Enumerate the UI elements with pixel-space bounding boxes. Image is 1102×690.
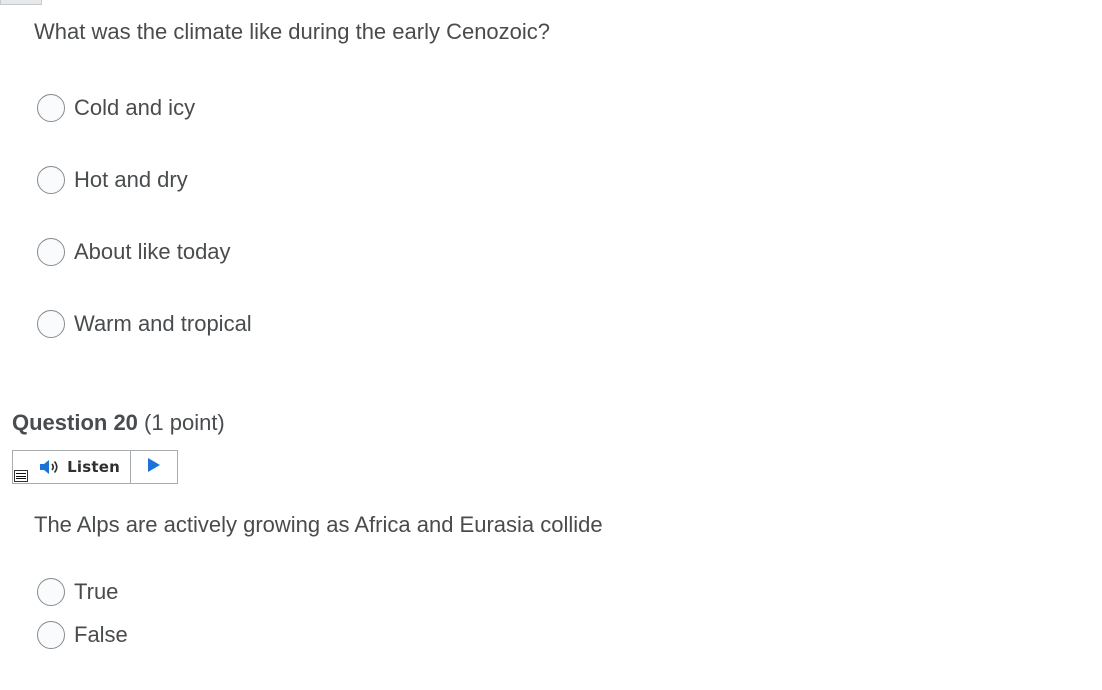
q19-option-about-like-today[interactable]: About like today <box>37 236 231 268</box>
question-points: (1 point) <box>144 410 225 435</box>
menu-icon[interactable] <box>14 470 28 482</box>
question-20-header: Question 20 (1 point) <box>12 409 225 437</box>
q19-option-cold-and-icy[interactable]: Cold and icy <box>37 92 195 124</box>
option-label: About like today <box>74 239 231 264</box>
q20-option-false[interactable]: False <box>37 619 128 651</box>
play-icon <box>147 457 161 478</box>
radio-button[interactable] <box>37 238 65 266</box>
speaker-icon <box>39 459 61 475</box>
question-title: Question 20 <box>12 410 138 435</box>
option-label: False <box>74 622 128 647</box>
radio-button[interactable] <box>37 578 65 606</box>
option-label: Cold and icy <box>74 95 196 120</box>
radio-button[interactable] <box>37 310 65 338</box>
question-20-prompt: The Alps are actively growing as Africa … <box>34 512 603 537</box>
q19-option-hot-and-dry[interactable]: Hot and dry <box>37 164 188 196</box>
q19-option-warm-and-tropical[interactable]: Warm and tropical <box>37 308 252 340</box>
option-label: True <box>74 579 119 604</box>
question-19-prompt: What was the climate like during the ear… <box>34 19 551 44</box>
option-label: Warm and tropical <box>74 311 252 336</box>
radio-button[interactable] <box>37 94 65 122</box>
play-button[interactable] <box>131 451 177 483</box>
top-toolbar-stub <box>0 0 42 5</box>
radio-button[interactable] <box>37 621 65 649</box>
option-label: Hot and dry <box>74 167 188 192</box>
q20-option-true[interactable]: True <box>37 576 118 608</box>
radio-button[interactable] <box>37 166 65 194</box>
listen-button[interactable]: Listen <box>13 451 131 483</box>
listen-label: Listen <box>67 458 120 476</box>
listen-toolbar: Listen <box>12 450 178 484</box>
